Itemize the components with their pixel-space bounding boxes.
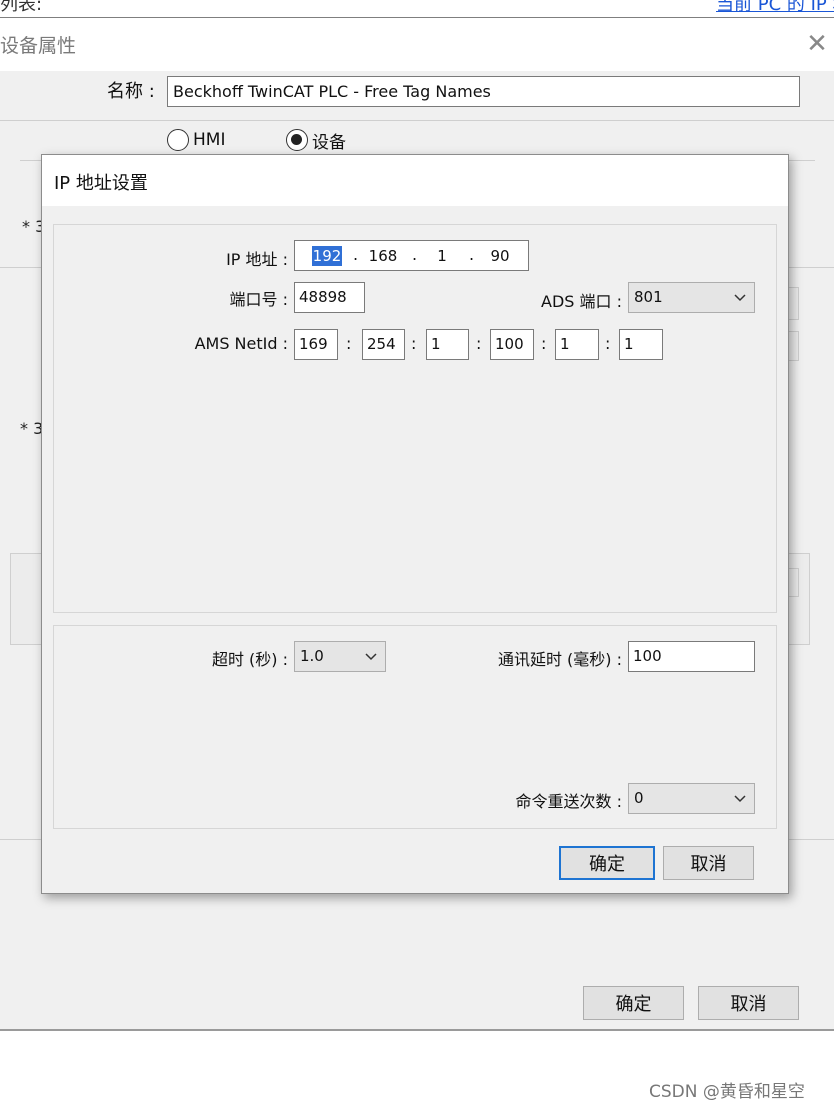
outer-ok-button[interactable]: 确定 xyxy=(583,986,684,1020)
ams-part-3[interactable]: 1 xyxy=(426,329,469,360)
ads-port-value: 801 xyxy=(634,288,663,306)
ams-part-6[interactable]: 1 xyxy=(619,329,663,360)
port-input[interactable]: 48898 xyxy=(294,282,365,313)
radio-hmi-label: HMI xyxy=(193,130,226,150)
ams-part-1[interactable]: 169 xyxy=(294,329,338,360)
top-divider xyxy=(0,17,834,18)
ads-port-label: ADS 端口 : xyxy=(541,292,622,311)
ams-colon-2: : xyxy=(411,334,417,353)
outer-titlebar: 设备属性 ✕ xyxy=(0,19,834,71)
outer-dialog-title: 设备属性 xyxy=(0,35,77,57)
chevron-down-icon[interactable] xyxy=(732,283,748,312)
radio-hmi[interactable]: HMI xyxy=(167,127,225,153)
close-icon[interactable]: ✕ xyxy=(806,27,828,61)
retry-count-label: 命令重送次数 : xyxy=(515,792,622,811)
name-label: 名称 : xyxy=(107,81,155,102)
ip-dot-1: . xyxy=(353,245,359,264)
ams-colon-4: : xyxy=(541,334,547,353)
top-strip: 列表: 当前 PC 的 IP 地址 xyxy=(0,0,834,18)
ams-colon-5: : xyxy=(605,334,611,353)
ads-port-select[interactable]: 801 xyxy=(628,282,755,313)
timeout-label: 超时 (秒) : xyxy=(211,650,288,669)
ip-octet-3[interactable]: 1 xyxy=(433,246,451,266)
outer-peek-marker-2: * 3 xyxy=(20,419,44,438)
comm-group: 超时 (秒) : 1.0 通讯延时 (毫秒) : 100 命令重送次数 : 0 xyxy=(53,625,777,829)
timeout-select[interactable]: 1.0 xyxy=(294,641,386,672)
ams-netid-label: AMS NetId : xyxy=(194,334,288,353)
ams-part-5[interactable]: 1 xyxy=(555,329,599,360)
port-label: 端口号 : xyxy=(229,290,288,309)
address-group: IP 地址 : 192 . 168 . 1 . 90 端口号 : 48898 A… xyxy=(53,224,777,613)
radio-device[interactable]: 设备 xyxy=(286,127,346,153)
ip-address-label: IP 地址 : xyxy=(226,250,288,269)
ip-octet-2[interactable]: 168 xyxy=(367,246,399,266)
pc-ip-link[interactable]: 当前 PC 的 IP 地址 xyxy=(716,0,834,16)
radio-hmi-circle[interactable] xyxy=(167,129,189,151)
timeout-value: 1.0 xyxy=(300,647,324,665)
ip-dot-3: . xyxy=(469,245,475,264)
ams-colon-1: : xyxy=(346,334,352,353)
retry-count-select[interactable]: 0 xyxy=(628,783,755,814)
retry-count-value: 0 xyxy=(634,789,644,807)
comm-delay-label: 通讯延时 (毫秒) : xyxy=(497,650,622,669)
ams-part-2[interactable]: 254 xyxy=(362,329,405,360)
ip-address-input[interactable]: 192 . 168 . 1 . 90 xyxy=(294,240,529,271)
outer-group-border-top xyxy=(0,120,834,121)
chevron-down-icon[interactable] xyxy=(732,784,748,813)
ip-ok-button[interactable]: 确定 xyxy=(559,846,655,880)
ip-dot-2: . xyxy=(412,245,418,264)
chevron-down-icon[interactable] xyxy=(363,642,379,671)
ip-cancel-button[interactable]: 取消 xyxy=(663,846,754,880)
comm-delay-input[interactable]: 100 xyxy=(628,641,755,672)
ip-octet-1[interactable]: 192 xyxy=(312,246,342,266)
radio-device-label: 设备 xyxy=(312,132,346,153)
name-input[interactable]: Beckhoff TwinCAT PLC - Free Tag Names xyxy=(167,76,800,107)
outer-cancel-button[interactable]: 取消 xyxy=(698,986,799,1020)
radio-device-circle[interactable] xyxy=(286,129,308,151)
ip-settings-dialog: IP 地址设置 IP 地址 : 192 . 168 . 1 . 90 端口号 :… xyxy=(41,154,789,894)
ip-dialog-title: IP 地址设置 xyxy=(54,173,148,194)
ams-part-4[interactable]: 100 xyxy=(490,329,534,360)
ams-colon-3: : xyxy=(476,334,482,353)
ip-titlebar: IP 地址设置 xyxy=(42,155,788,206)
top-list-label: 列表: xyxy=(0,0,43,15)
ip-octet-4[interactable]: 90 xyxy=(487,246,513,266)
watermark: CSDN @黄昏和星空 xyxy=(649,1082,805,1102)
